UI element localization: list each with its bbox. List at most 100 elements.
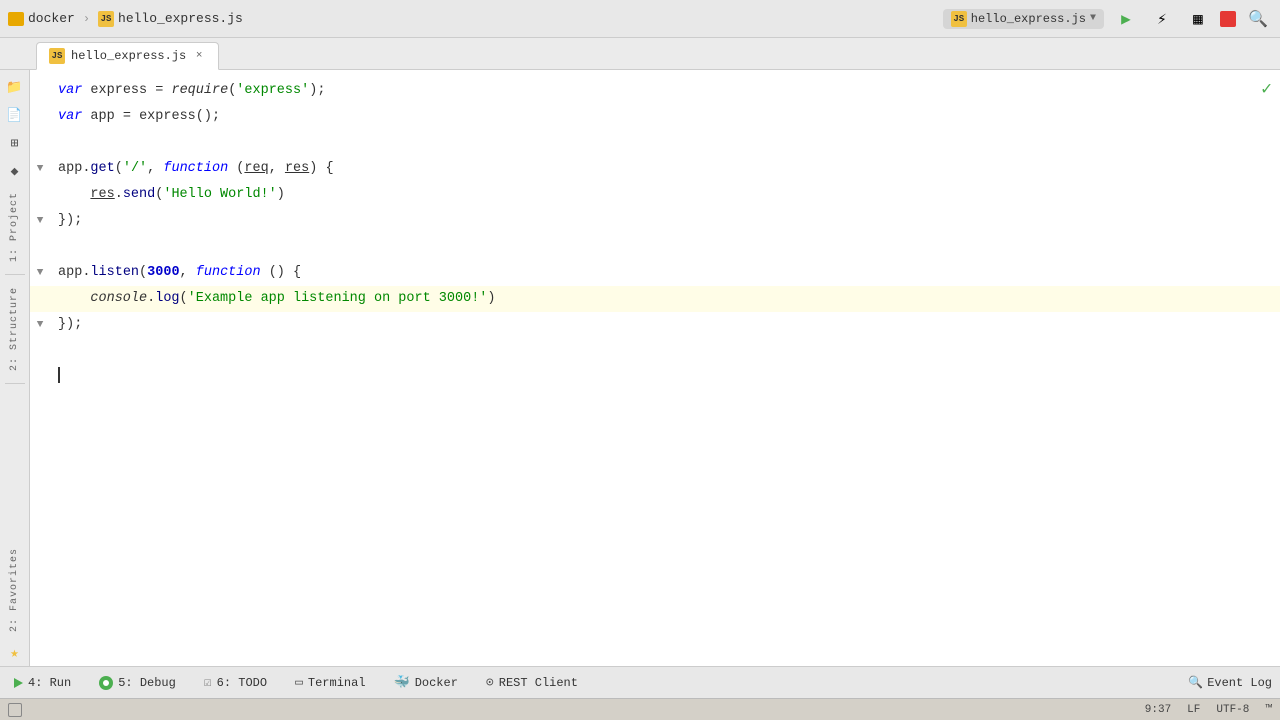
run-triangle-icon	[14, 678, 23, 688]
main-area: 📁 📄 ⊞ ◆ 1: Project 2: Structure 2: Favor…	[0, 70, 1280, 666]
fold-gutter-6[interactable]: ▼	[30, 208, 50, 234]
rest-panel-button[interactable]: ⊙ REST Client	[480, 673, 584, 692]
line-content-5[interactable]: res.send('Hello World!')	[50, 182, 1280, 208]
code-line-11	[30, 338, 1280, 364]
title-bar: docker › JS hello_express.js JS hello_ex…	[0, 0, 1280, 38]
run-panel-label: 4: Run	[28, 676, 71, 690]
line-content-4[interactable]: app.get('/', function (req, res) {	[50, 156, 1280, 182]
tab-bar: JS hello_express.js ×	[0, 38, 1280, 70]
docker-panel-label: Docker	[415, 676, 458, 690]
fold-gutter-3	[30, 130, 50, 156]
sidebar-diamond-icon[interactable]: ◆	[2, 158, 28, 184]
title-bar-actions: JS hello_express.js ▼ ▶ ⚡ ▦ 🔍	[943, 5, 1272, 33]
sidebar-file-icon[interactable]: 📄	[2, 102, 28, 128]
fold-gutter-11	[30, 338, 50, 364]
sidebar-layers-icon[interactable]: ⊞	[2, 130, 28, 156]
code-line-10: ▼ });	[30, 312, 1280, 338]
debug-icon	[99, 676, 113, 690]
cursor-position: 9:37	[1145, 704, 1171, 716]
pill-js-icon: JS	[951, 11, 967, 27]
fold-gutter-10[interactable]: ▼	[30, 312, 50, 338]
left-sidebar: 📁 📄 ⊞ ◆ 1: Project 2: Structure 2: Favor…	[0, 70, 30, 666]
line-content-8[interactable]: app.listen(3000, function () {	[50, 260, 1280, 286]
search-button[interactable]: 🔍	[1244, 5, 1272, 33]
charset[interactable]: UTF-8	[1216, 704, 1249, 716]
stop-button[interactable]	[1220, 11, 1236, 27]
rest-icon: ⊙	[486, 675, 494, 690]
breadcrumb-separator: ›	[83, 12, 90, 26]
fold-gutter-9	[30, 286, 50, 312]
todo-panel-button[interactable]: ☑ 6: TODO	[198, 673, 273, 692]
code-line-7	[30, 234, 1280, 260]
grid-button[interactable]: ▦	[1184, 5, 1212, 33]
sidebar-project-label: 1: Project	[9, 192, 20, 262]
code-line-1: var express = require('express');	[30, 78, 1280, 104]
status-left	[8, 703, 22, 717]
code-line-6: ▼ });	[30, 208, 1280, 234]
fold-gutter-8[interactable]: ▼	[30, 260, 50, 286]
pill-file-name: hello_express.js	[971, 12, 1086, 26]
line-content-11[interactable]	[50, 338, 1280, 364]
code-line-3	[30, 130, 1280, 156]
file-title-pill[interactable]: JS hello_express.js ▼	[943, 9, 1104, 29]
run-panel-button[interactable]: 4: Run	[8, 674, 77, 692]
lightning-button[interactable]: ⚡	[1148, 5, 1176, 33]
fold-gutter-7	[30, 234, 50, 260]
line-content-9[interactable]: console.log('Example app listening on po…	[50, 286, 1280, 312]
event-log-label: Event Log	[1207, 676, 1272, 690]
breadcrumb-file[interactable]: JS hello_express.js	[98, 11, 243, 27]
event-log-button[interactable]: 🔍 Event Log	[1188, 675, 1272, 690]
sidebar-structure-label: 2: Structure	[9, 287, 20, 371]
line-content-10[interactable]: });	[50, 312, 1280, 338]
code-line-4: ▼ app.get('/', function (req, res) {	[30, 156, 1280, 182]
rest-panel-label: REST Client	[499, 676, 578, 690]
line-content-3[interactable]	[50, 130, 1280, 156]
text-cursor	[58, 367, 60, 383]
status-bar: 9:37 LF UTF-8 ™	[0, 698, 1280, 720]
line-content-cursor[interactable]	[50, 364, 1280, 390]
code-content: var express = require('express'); var ap…	[30, 70, 1280, 666]
code-line-9: console.log('Example app listening on po…	[30, 286, 1280, 312]
terminal-panel-button[interactable]: ▭ Terminal	[289, 673, 371, 692]
tab-hello-express[interactable]: JS hello_express.js ×	[36, 42, 219, 70]
fold-gutter-1	[30, 78, 50, 104]
breadcrumb-file-label: hello_express.js	[118, 11, 243, 26]
editor-area[interactable]: ✓ var express = require('express'); var …	[30, 70, 1280, 666]
folder-icon	[8, 12, 24, 26]
debug-panel-label: 5: Debug	[118, 676, 176, 690]
line-content-7[interactable]	[50, 234, 1280, 260]
event-log-search-icon: 🔍	[1188, 675, 1203, 690]
debug-panel-button[interactable]: 5: Debug	[93, 674, 182, 692]
sidebar-divider-1	[5, 274, 25, 275]
js-file-icon: JS	[98, 11, 114, 27]
terminal-icon: ▭	[295, 675, 303, 690]
line-content-1[interactable]: var express = require('express');	[50, 78, 1280, 104]
fold-gutter-5	[30, 182, 50, 208]
fold-gutter-4[interactable]: ▼	[30, 156, 50, 182]
breadcrumb-docker[interactable]: docker	[8, 11, 75, 26]
fold-gutter-2	[30, 104, 50, 130]
docker-icon: 🐳	[394, 675, 410, 690]
fold-gutter-cursor	[30, 364, 50, 390]
code-line-cursor	[30, 364, 1280, 390]
tab-js-icon: JS	[49, 48, 65, 64]
code-line-8: ▼ app.listen(3000, function () {	[30, 260, 1280, 286]
todo-icon: ☑	[204, 675, 212, 690]
pill-dropdown-arrow: ▼	[1090, 13, 1096, 24]
line-content-2[interactable]: var app = express();	[50, 104, 1280, 130]
code-line-2: var app = express();	[30, 104, 1280, 130]
todo-panel-label: 6: TODO	[217, 676, 267, 690]
indent[interactable]: ™	[1265, 704, 1272, 716]
line-ending[interactable]: LF	[1187, 704, 1200, 716]
status-indicator	[8, 703, 22, 717]
tab-label: hello_express.js	[71, 49, 186, 63]
sidebar-star-icon[interactable]: ★	[2, 640, 28, 666]
tab-close-button[interactable]: ×	[192, 49, 206, 63]
bottom-panel: 4: Run 5: Debug ☑ 6: TODO ▭ Terminal 🐳 D…	[0, 666, 1280, 698]
sidebar-divider-2	[5, 383, 25, 384]
line-content-6[interactable]: });	[50, 208, 1280, 234]
docker-panel-button[interactable]: 🐳 Docker	[388, 673, 464, 692]
sidebar-favorites-label: 2: Favorites	[9, 548, 20, 632]
sidebar-project-icon[interactable]: 📁	[2, 74, 28, 100]
run-button[interactable]: ▶	[1112, 5, 1140, 33]
